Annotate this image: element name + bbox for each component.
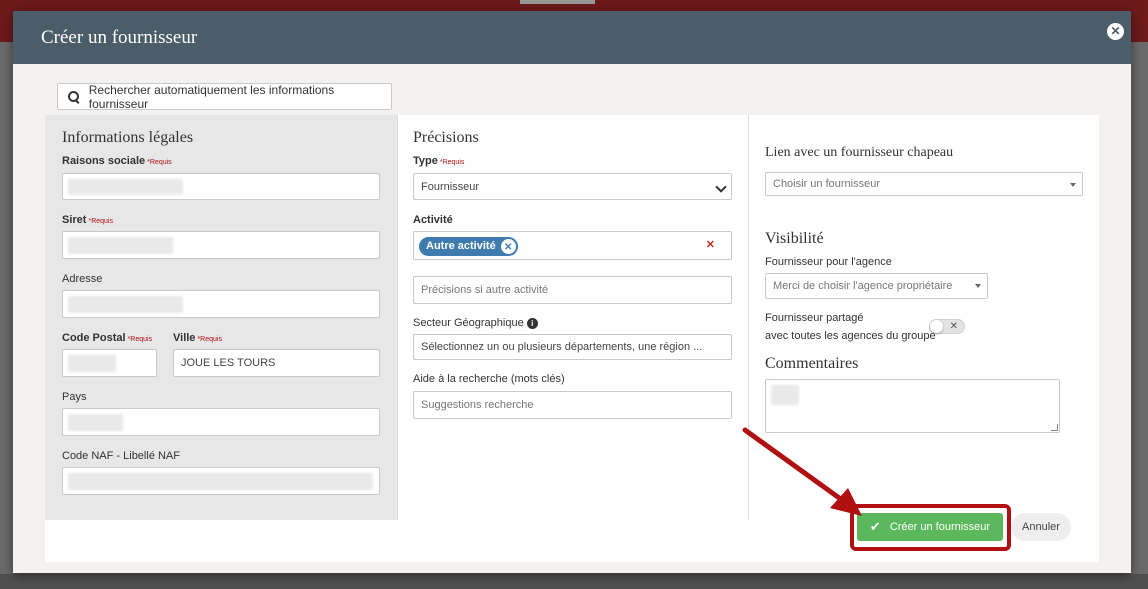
annotation-arrow bbox=[742, 427, 862, 516]
